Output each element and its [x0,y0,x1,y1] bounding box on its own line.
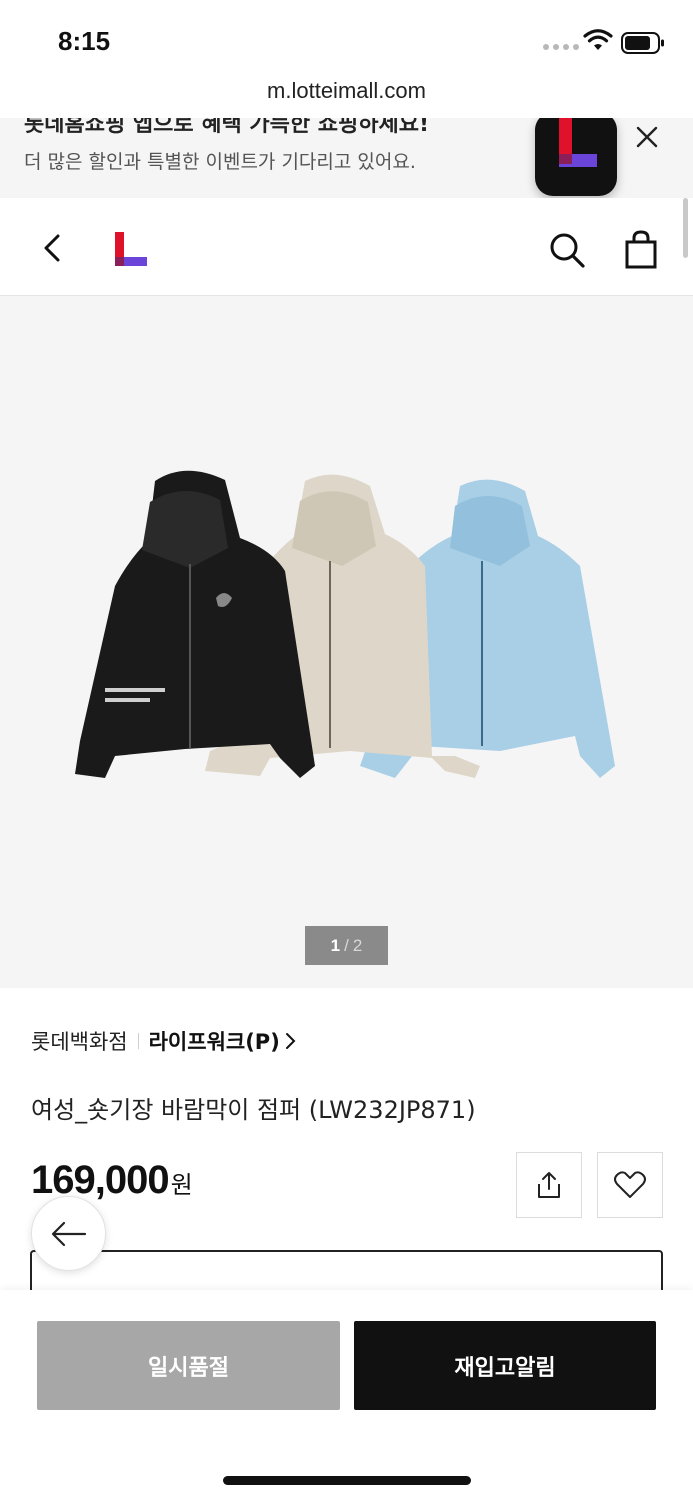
soldout-button[interactable]: 일시품절 [37,1321,340,1410]
scrollbar[interactable] [683,198,688,258]
shopping-bag-icon[interactable] [622,229,660,269]
banner-title: 롯데홈쇼핑 앱으로 혜택 가득한 쇼핑하세요! [24,118,429,137]
brand-link[interactable]: 라이프워크(P) [149,1026,280,1056]
share-button[interactable] [516,1152,582,1218]
chevron-right-icon[interactable] [285,1032,297,1050]
status-time: 8:15 [58,26,111,56]
arrow-left-icon [51,1221,86,1246]
back-icon[interactable] [38,232,66,264]
brand-row: 롯데백화점 라이프워크(P) [31,1026,297,1056]
product-info: 롯데백화점 라이프워크(P) 여성_숏기장 바람막이 점퍼 (LW232JP87… [0,988,693,1310]
black-jacket [75,470,315,778]
image-counter-separator: / [344,935,349,955]
status-bar: 8:15 [0,0,693,80]
brand-divider [137,1033,139,1049]
header [0,198,693,296]
bottom-action-bar: 일시품절 재입고알림 [0,1290,693,1500]
app-install-banner[interactable]: 롯데홈쇼핑 앱으로 혜택 가득한 쇼핑하세요! 더 많은 할인과 특별한 이벤트… [0,118,693,198]
heart-icon [614,1171,646,1198]
product-image-carousel[interactable]: 1 / 2 [0,296,693,988]
floating-back-button[interactable] [31,1196,106,1271]
image-counter: 1 / 2 [305,926,388,965]
image-counter-current: 1 [330,935,341,955]
close-icon[interactable] [632,122,662,152]
signal-icon [543,44,579,50]
home-indicator[interactable] [223,1476,471,1485]
battery-icon [621,32,664,54]
lotte-logo[interactable] [113,232,149,268]
store-name: 롯데백화점 [31,1030,128,1054]
price-unit: 원 [170,1171,193,1199]
restock-alert-button[interactable]: 재입고알림 [354,1321,656,1410]
banner-subtitle: 더 많은 할인과 특별한 이벤트가 기다리고 있어요. [24,151,416,173]
url-bar[interactable]: m.lotteimall.com [0,78,693,118]
wishlist-button[interactable] [597,1152,663,1218]
price: 169,000 원 [31,1158,193,1203]
search-icon[interactable] [548,231,586,269]
app-icon[interactable] [535,118,617,196]
share-icon [538,1172,560,1198]
wifi-icon [583,29,613,50]
product-title: 여성_숏기장 바람막이 점퍼 (LW232JP871) [31,1096,476,1124]
product-photo [75,470,615,778]
price-value: 169,000 [31,1158,170,1202]
image-counter-total: 2 [352,935,363,955]
